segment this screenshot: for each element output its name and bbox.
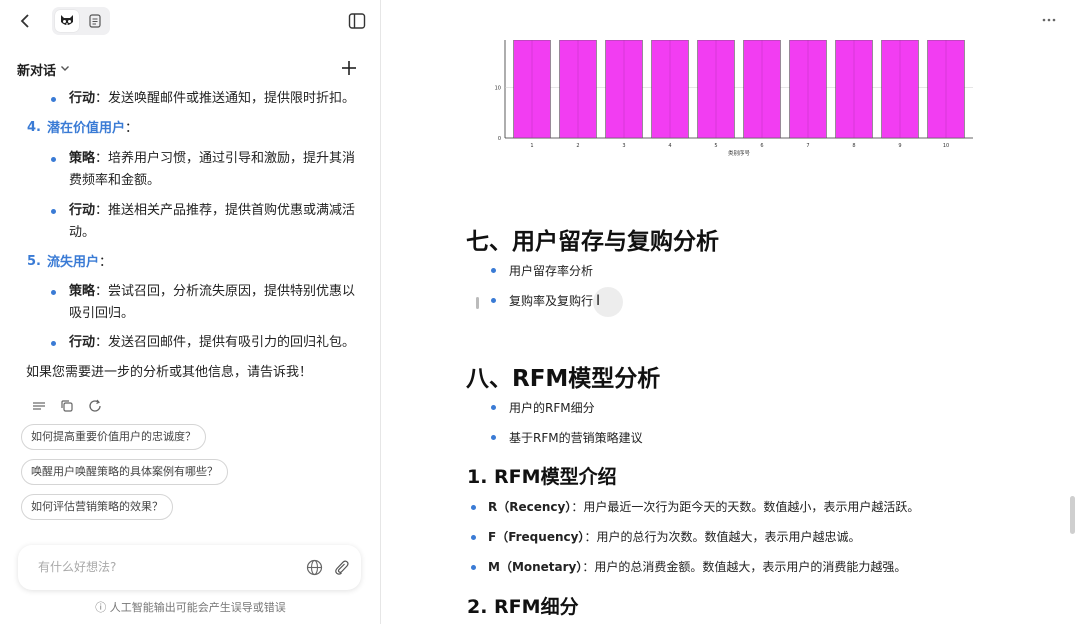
list-item: 基于RFM的营销策略建议: [509, 431, 643, 445]
list-item: R（Recency）：用户最近一次行为距今天的天数。数值越小，表示用户越活跃。: [488, 498, 919, 516]
bullet-dot: [471, 505, 476, 510]
paperclip-icon[interactable]: [333, 559, 350, 576]
list-number: 5.: [27, 254, 41, 269]
x-tick-label: 8: [852, 143, 855, 149]
list-item: M（Monetary）：用户的总消费金额。数值越大，表示用户的消费能力越强。: [488, 558, 906, 576]
item-label: 行动: [69, 203, 96, 218]
globe-icon[interactable]: [306, 559, 323, 576]
message-actions: [32, 398, 102, 412]
item-label: 策略: [69, 284, 96, 299]
list-item: 策略：培养用户习惯，通过引导和激励，提升其消: [69, 148, 355, 170]
bar-chart: 0 10 1 2 3 4 5 6 7 8 9 10 类别序号: [495, 40, 973, 157]
item-label: 策略: [69, 151, 96, 166]
suggestion-chip[interactable]: 如何评估营销策略的效果？: [21, 494, 173, 520]
list-item-text: 复购率及复购行: [509, 294, 594, 308]
x-tick-label: 7: [806, 143, 809, 149]
item-colon: ：: [99, 255, 113, 270]
text-cursor-icon: I: [596, 293, 601, 309]
list-item: 用户的RFM细分: [509, 401, 595, 415]
bullet-dot: [51, 209, 56, 214]
item-text: ：培养用户习惯，通过引导和激励，提升其消: [95, 151, 356, 166]
subheading-rfm-intro: 1. RFM模型介绍: [467, 466, 617, 488]
list-item: 行动：发送唤醒邮件或推送通知，提供限时折扣。: [69, 88, 355, 110]
section-heading-8: 八、RFM模型分析: [466, 366, 661, 392]
item-label: 行动: [69, 335, 96, 350]
list-item-continuation: 费频率和金额。: [69, 173, 161, 188]
list-item: 策略：尝试召回，分析流失原因，提供特别优惠以: [69, 281, 355, 303]
item-text: ：用户的总行为次数。数值越大，表示用户越忠诚。: [584, 530, 861, 544]
x-tick-label: 3: [622, 143, 625, 149]
chat-panel: 新对话 行动：发送唤醒邮件或推送通知，提供限时折扣。 4. 潜在价值用户： 策略…: [0, 0, 381, 624]
sidebar-toggle-icon[interactable]: [348, 12, 366, 30]
x-tick-label: 4: [668, 143, 671, 149]
chat-topbar: [0, 0, 380, 42]
back-arrow-icon[interactable]: [16, 11, 36, 31]
copy-icon[interactable]: [60, 398, 74, 412]
item-label: F（Frequency）: [488, 530, 585, 544]
chat-input-box: [18, 545, 361, 590]
bullet-dot: [491, 298, 496, 303]
new-chat-plus-icon[interactable]: [340, 59, 358, 77]
x-tick-label: 5: [714, 143, 717, 149]
scrollbar-thumb[interactable]: [1070, 496, 1075, 534]
conversation-title[interactable]: 新对话: [17, 60, 70, 79]
list-item: F（Frequency）：用户的总行为次数。数值越大，表示用户越忠诚。: [488, 528, 860, 546]
bullet-dot: [471, 565, 476, 570]
list-number: 4.: [27, 120, 41, 135]
item-label: M（Monetary）: [488, 560, 583, 574]
item-text: ：用户最近一次行为距今天的天数。数值越小，表示用户越活跃。: [571, 500, 920, 514]
closing-message: 如果您需要进一步的分析或其他信息，请告诉我！: [26, 365, 313, 380]
x-tick-label: 2: [576, 143, 579, 149]
drag-handle[interactable]: [476, 297, 479, 309]
x-tick-label: 6: [760, 143, 763, 149]
y-tick-label: 0: [498, 136, 501, 142]
item-label: 行动: [69, 91, 96, 106]
list-heading: 潜在价值用户：: [47, 118, 138, 140]
list-item-continuation: 动。: [69, 225, 96, 240]
x-tick-label: 10: [943, 143, 949, 149]
list-item: 行动：推送相关产品推荐，提供首购优惠或满减活: [69, 200, 355, 222]
item-title: 流失用户: [47, 255, 100, 270]
conversation-title-text: 新对话: [17, 64, 57, 79]
bullet-dot: [491, 435, 496, 440]
item-text: ：推送相关产品推荐，提供首购优惠或满减活: [95, 203, 356, 218]
item-text: ：发送召回邮件，提供有吸引力的回归礼包。: [95, 335, 356, 350]
ai-disclaimer: ⓘ 人工智能输出可能会产生误导或错误: [95, 601, 286, 614]
item-text: ：尝试召回，分析流失原因，提供特别优惠以: [95, 284, 356, 299]
chat-input[interactable]: [38, 557, 298, 577]
mode-tab-group: [52, 7, 110, 35]
bullet-dot: [51, 341, 56, 346]
list-item: 行动：发送召回邮件，提供有吸引力的回归礼包。: [69, 332, 355, 354]
x-tick-label: 9: [898, 143, 901, 149]
list-format-icon[interactable]: [32, 398, 46, 412]
x-axis-label: 类别序号: [728, 149, 751, 157]
item-title: 潜在价值用户: [47, 121, 126, 136]
list-heading: 流失用户：: [47, 252, 112, 274]
item-text: ：发送唤醒邮件或推送通知，提供限时折扣。: [95, 91, 356, 106]
list-item: 复购率及复购行 I: [509, 292, 600, 310]
list-item: 用户留存率分析: [509, 264, 594, 278]
bullet-dot: [51, 157, 56, 162]
document-panel: 0 10 1 2 3 4 5 6 7 8 9 10 类别序号 七、用户留存与复购分析 用户留存率分析 复…: [381, 0, 1079, 624]
item-colon: ：: [125, 121, 139, 136]
bullet-dot: [51, 97, 56, 102]
bullet-dot: [491, 405, 496, 410]
suggestion-chip[interactable]: 唤醒用户唤醒策略的具体案例有哪些？: [21, 459, 228, 485]
subheading-rfm-segment: 2. RFM细分: [467, 596, 579, 618]
refresh-icon[interactable]: [88, 398, 102, 412]
bullet-dot: [51, 290, 56, 295]
item-label: R（Recency）: [488, 500, 572, 514]
section-heading-7: 七、用户留存与复购分析: [466, 229, 719, 255]
raccoon-icon[interactable]: [55, 10, 79, 32]
more-options-icon[interactable]: [1041, 12, 1057, 28]
y-tick-label: 10: [495, 86, 501, 92]
list-item-continuation: 吸引回归。: [69, 306, 135, 321]
bullet-dot: [471, 535, 476, 540]
document-icon[interactable]: [83, 10, 107, 32]
x-tick-label: 1: [530, 143, 533, 149]
item-text: ：用户的总消费金额。数值越大，表示用户的消费能力越强。: [582, 560, 907, 574]
chevron-down-icon: [60, 62, 70, 77]
suggestion-chip[interactable]: 如何提高重要价值用户的忠诚度？: [21, 424, 206, 450]
bullet-dot: [491, 268, 496, 273]
